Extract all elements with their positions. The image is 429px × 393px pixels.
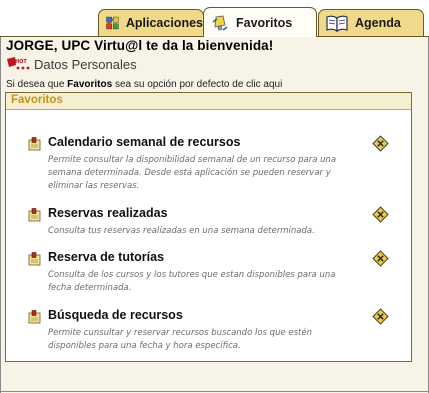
favorite-title-link[interactable]: Reservas realizadas (48, 206, 168, 220)
tab-bar: Aplicaciones Favoritos Agenda (0, 0, 429, 37)
hint-aqui-link[interactable]: aqui (263, 79, 282, 90)
favorite-description: Consulta tus reservas realizadas en una … (48, 226, 315, 236)
favorite-description: Permite consultar la disponibilidad sema… (48, 155, 337, 191)
tab-label: Aplicaciones (125, 16, 203, 30)
favorite-title-link[interactable]: Calendario semanal de recursos (48, 135, 240, 149)
document-icon (28, 137, 41, 151)
document-icon (28, 252, 41, 266)
tab-agenda[interactable]: Agenda (318, 9, 424, 36)
puzzle-icon (106, 16, 119, 30)
welcome-greeting: JORGE, UPC Virtu@l te da la bienvenida! (6, 38, 274, 53)
remove-favorite-icon[interactable] (372, 135, 389, 152)
panel-title: Favoritos (6, 93, 411, 110)
bottom-border (0, 391, 429, 392)
favorite-title-link[interactable]: Reserva de tutorías (48, 250, 164, 264)
favoritos-panel: Favoritos Calendario semanal de recursos… (5, 92, 412, 362)
remove-favorite-icon[interactable] (372, 308, 389, 325)
document-icon (28, 310, 41, 324)
hint-favoritos: Favoritos (67, 79, 113, 90)
bell-icon (212, 15, 228, 31)
book-icon (326, 15, 348, 33)
hint-suffix: sea su opción por defecto de clic (112, 79, 264, 90)
tab-favoritos[interactable]: Favoritos (203, 7, 317, 37)
hint-prefix: Si desea que (6, 79, 68, 90)
favorite-description: Permite cunsultar y reservar recursos bu… (48, 328, 312, 351)
favorite-title-link[interactable]: Búsqueda de recursos (48, 308, 183, 322)
document-icon (28, 208, 41, 222)
tab-label: Favoritos (236, 15, 293, 30)
favorite-description: Consulta de los cursos y los tutores que… (48, 270, 336, 293)
hot-badge-icon: HOT (7, 57, 30, 70)
remove-favorite-icon[interactable] (372, 250, 389, 267)
remove-favorite-icon[interactable] (372, 206, 389, 223)
default-option-hint: Si desea que Favoritos sea su opción por… (6, 79, 282, 90)
datos-personales-label: Datos Personales (34, 56, 137, 72)
datos-personales-link[interactable]: HOT Datos Personales (6, 56, 137, 72)
tab-aplicaciones[interactable]: Aplicaciones (98, 9, 204, 36)
tab-label: Agenda (355, 16, 401, 30)
svg-text:HOT: HOT (15, 59, 27, 65)
